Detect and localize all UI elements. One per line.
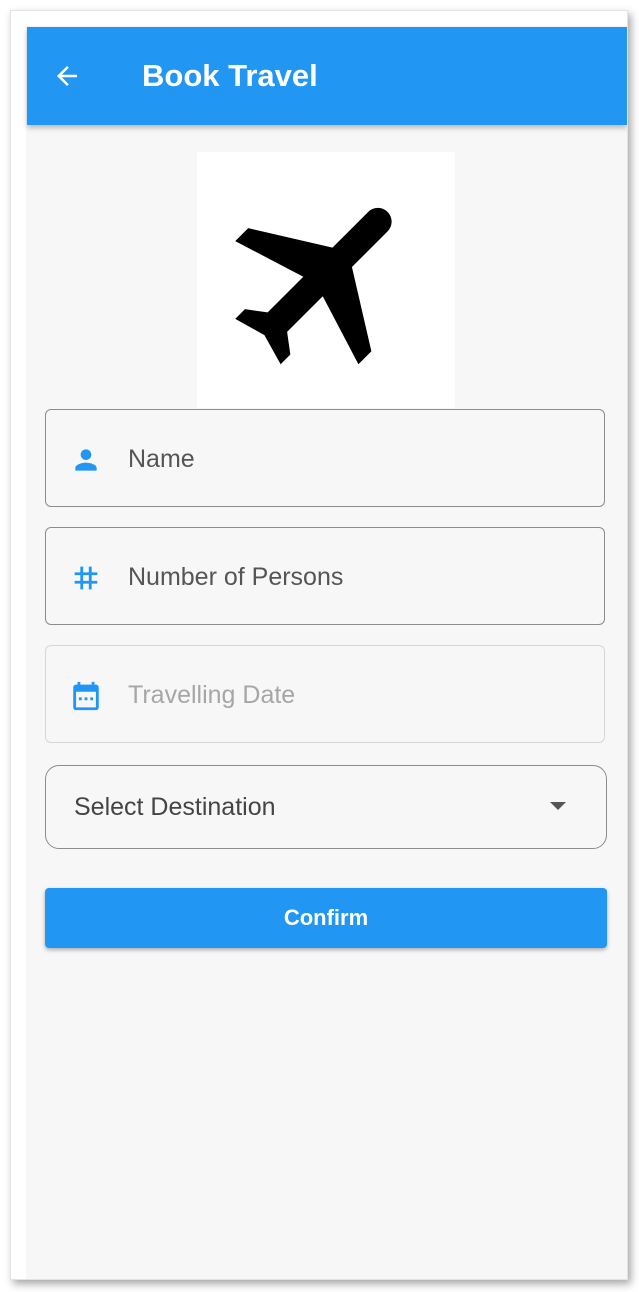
person-icon <box>68 442 104 478</box>
page-title: Book Travel <box>142 58 318 93</box>
app-bar: Book Travel <box>27 27 627 125</box>
persons-field[interactable] <box>45 527 605 625</box>
arrow-back-icon <box>57 66 77 86</box>
hash-icon <box>68 560 104 596</box>
app-screen: Book Travel Se <box>10 10 628 1280</box>
date-input[interactable] <box>128 670 578 720</box>
calendar-icon <box>68 678 104 714</box>
destination-label: Select Destination <box>74 793 276 821</box>
confirm-button[interactable]: Confirm <box>45 888 607 948</box>
left-edge <box>11 11 26 1279</box>
airplane-icon <box>235 207 392 365</box>
persons-input[interactable] <box>128 552 578 602</box>
date-field[interactable] <box>45 645 605 743</box>
name-input[interactable] <box>128 434 578 484</box>
destination-dropdown[interactable]: Select Destination <box>45 765 607 849</box>
logo-container <box>197 152 455 408</box>
name-field[interactable] <box>45 409 605 507</box>
back-button[interactable] <box>49 58 85 94</box>
status-area <box>11 11 627 26</box>
dropdown-arrow-icon <box>550 802 566 810</box>
